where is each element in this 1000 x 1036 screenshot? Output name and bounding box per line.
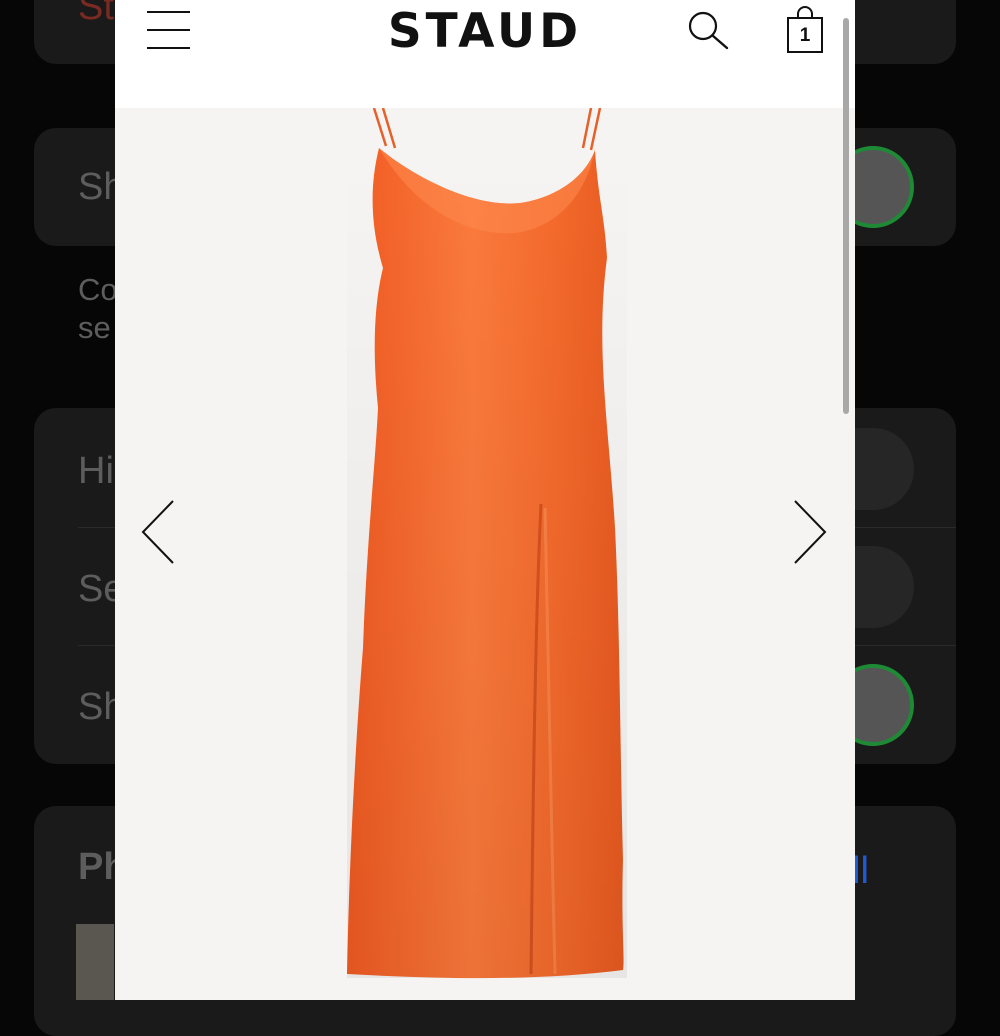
settings-fragment-top: St [78, 0, 114, 28]
previous-image-button[interactable] [139, 497, 179, 567]
settings-footnote-line2: se [78, 310, 111, 345]
cart-count-badge: 1 [799, 25, 811, 46]
photo-thumbnail[interactable] [76, 924, 114, 1000]
chevron-right-icon [794, 500, 827, 564]
settings-footnote-line1: Co [78, 272, 118, 307]
page-scrollbar[interactable] [843, 18, 849, 414]
chevron-left-icon [141, 500, 174, 564]
product-image-carousel[interactable] [115, 108, 855, 1000]
brand-logo[interactable]: STAUD [365, 2, 605, 62]
product-page-panel: STAUD 1 [115, 0, 855, 1000]
next-image-button[interactable] [789, 497, 829, 567]
shopping-bag-button[interactable]: 1 [785, 4, 825, 56]
hamburger-menu-icon[interactable] [147, 11, 190, 49]
site-header: STAUD 1 [115, 0, 855, 108]
search-button[interactable] [685, 8, 731, 54]
product-image [347, 108, 627, 979]
search-icon [688, 11, 729, 50]
settings-row-label: Hi [78, 450, 114, 492]
